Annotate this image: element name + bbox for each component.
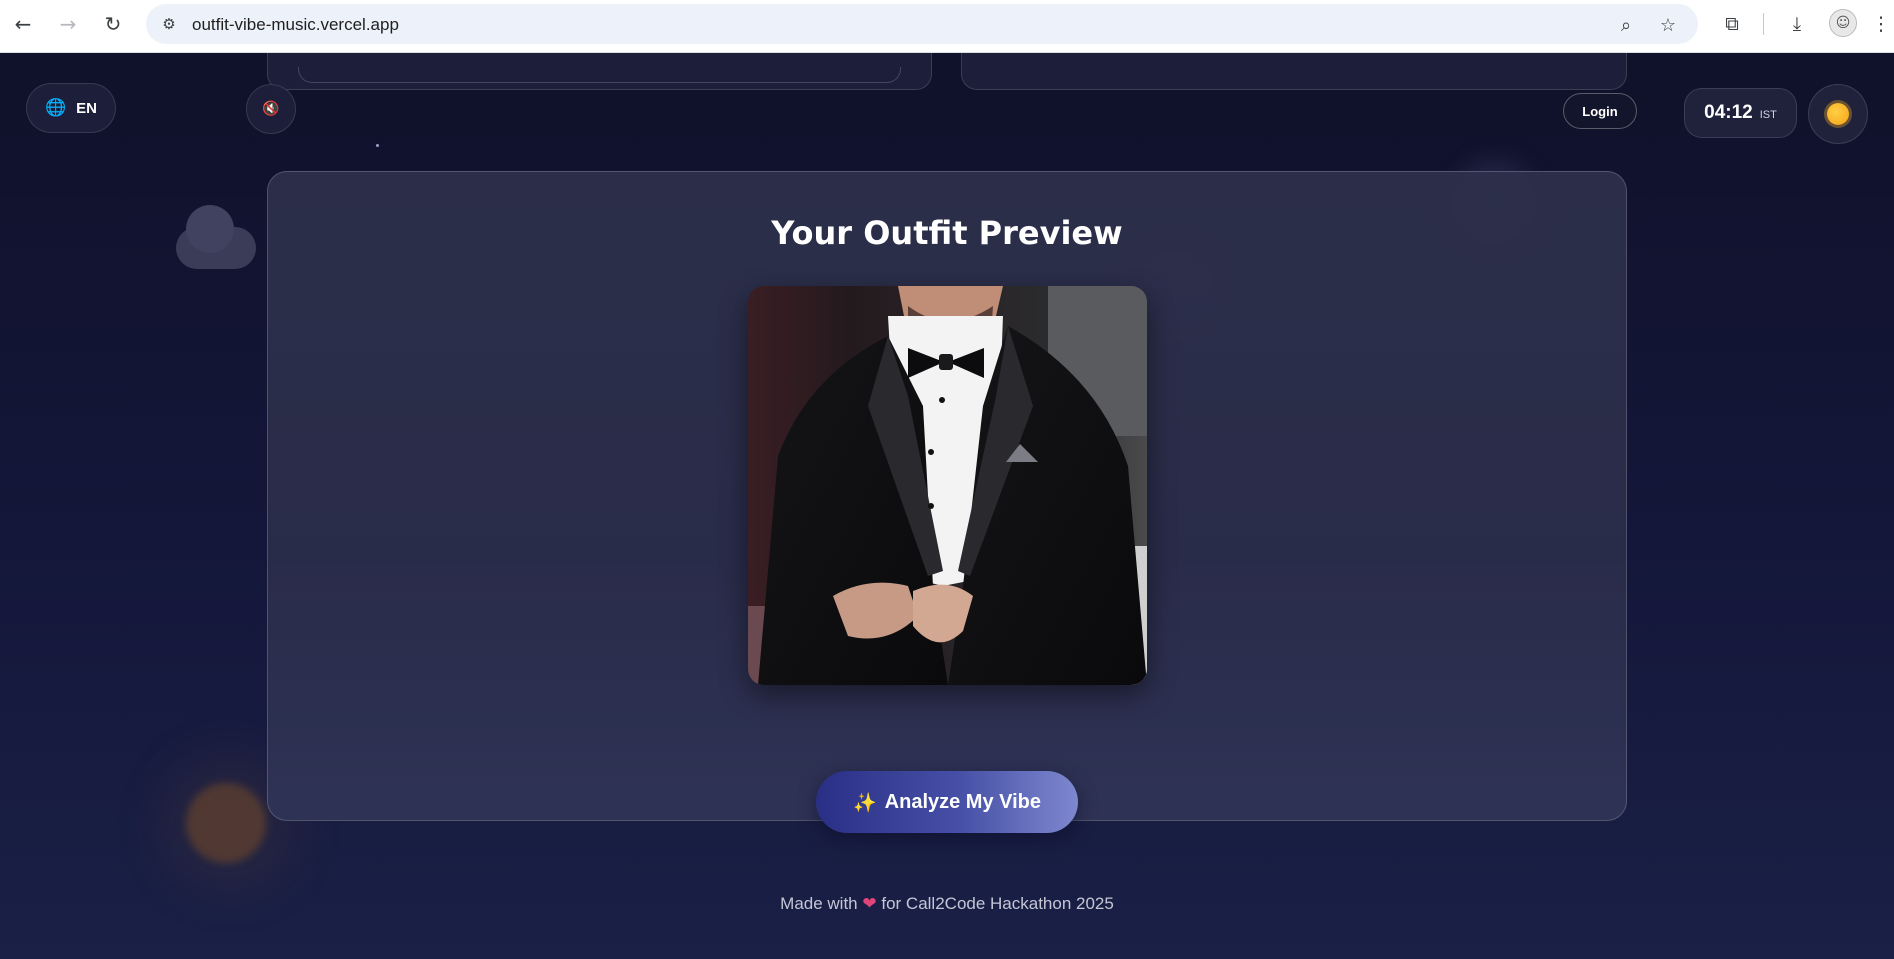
footer-text-before: Made with xyxy=(780,894,858,913)
footer-credit: Made with ❤ for Call2Code Hackathon 2025 xyxy=(0,894,1894,914)
footer-text-after: for Call2Code Hackathon 2025 xyxy=(881,894,1114,913)
profile-avatar[interactable]: ☺ xyxy=(1829,9,1857,37)
muted-speaker-icon: 🔇 xyxy=(262,101,280,117)
language-selector[interactable]: 🌐 EN xyxy=(26,83,116,133)
clock-widget: 04:12 IST xyxy=(1684,88,1797,138)
outfit-preview-card: Your Outfit Preview ✨ Analyze My Vibe xyxy=(267,171,1627,833)
url-text[interactable]: outfit-vibe-music.vercel.app xyxy=(192,15,399,35)
toolbar-divider xyxy=(1763,13,1764,35)
star-dot xyxy=(376,144,379,147)
sparkles-icon: ✨ xyxy=(852,791,877,814)
heart-icon: ❤ xyxy=(862,894,877,914)
zoom-icon[interactable]: ⌕ xyxy=(1614,13,1638,37)
theme-toggle-button[interactable] xyxy=(1808,84,1868,144)
scrolled-input-edge xyxy=(298,67,901,83)
outfit-image xyxy=(748,286,1147,685)
language-label: EN xyxy=(76,99,97,117)
forward-icon[interactable]: → xyxy=(54,10,82,38)
globe-icon: 🌐 xyxy=(44,98,67,118)
site-settings-icon[interactable]: ⚙ xyxy=(158,13,180,35)
analyze-vibe-label: Analyze My Vibe xyxy=(884,790,1042,813)
bookmark-star-icon[interactable]: ☆ xyxy=(1656,13,1680,37)
preview-title: Your Outfit Preview xyxy=(771,214,1123,252)
scrolled-card-left xyxy=(267,53,932,90)
reload-icon[interactable]: ↻ xyxy=(99,10,127,38)
back-icon[interactable]: ← xyxy=(9,10,37,38)
cloud-icon xyxy=(176,205,256,269)
analyze-vibe-button[interactable]: ✨ Analyze My Vibe xyxy=(816,771,1078,833)
clock-timezone: IST xyxy=(1759,108,1777,121)
download-icon[interactable]: ⤓ xyxy=(1784,11,1810,37)
sun-icon xyxy=(1827,103,1849,125)
address-bar[interactable]: ⚙ outfit-vibe-music.vercel.app ⌕ ☆ xyxy=(146,4,1698,44)
menu-dots-icon[interactable]: ⋮ xyxy=(1872,11,1891,37)
extensions-icon[interactable]: ⧉ xyxy=(1719,11,1745,37)
page-viewport: 🌐 EN 🔇 Login 04:12 IST Your Outfit Previ… xyxy=(0,53,1894,959)
login-button[interactable]: Login xyxy=(1563,93,1637,129)
browser-toolbar: ← → ↻ ⚙ outfit-vibe-music.vercel.app ⌕ ☆… xyxy=(0,0,1894,53)
scrolled-card-right xyxy=(961,53,1627,90)
clock-time: 04:12 xyxy=(1704,102,1753,123)
tuxedo-photo xyxy=(748,286,1147,685)
mute-button[interactable]: 🔇 xyxy=(246,84,296,134)
